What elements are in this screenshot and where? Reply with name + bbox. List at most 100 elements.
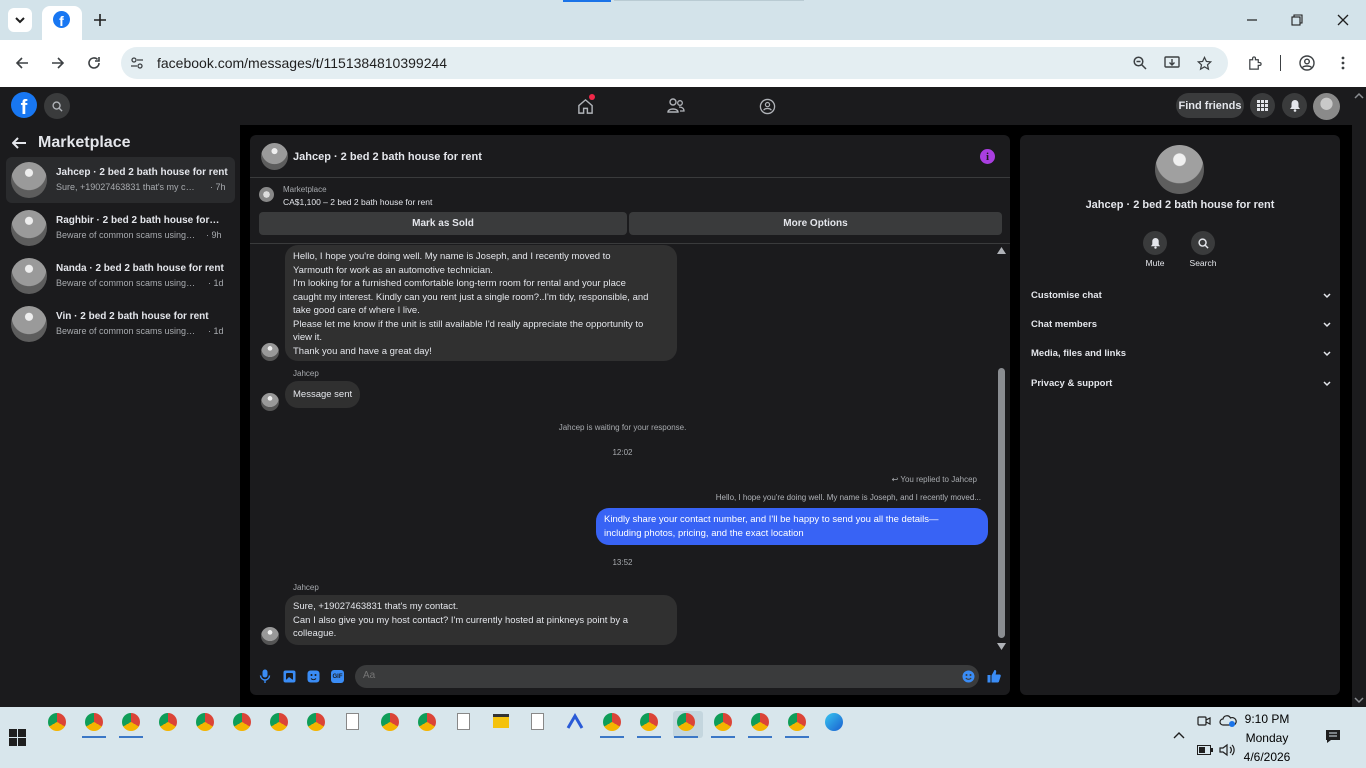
- scroll-down-icon[interactable]: [997, 643, 1006, 650]
- nav-home-button[interactable]: [575, 94, 595, 116]
- sender-avatar[interactable]: [261, 393, 279, 411]
- chat-title[interactable]: Jahcep · 2 bed 2 bath house for rent: [293, 151, 482, 163]
- windows-start-icon[interactable]: [9, 729, 26, 746]
- chrome-taskbar-icon[interactable]: [85, 713, 103, 731]
- outgoing-message[interactable]: Kindly share your contact number, and I'…: [596, 508, 988, 545]
- more-menu-icon[interactable]: [1334, 54, 1352, 72]
- sender-avatar[interactable]: [261, 627, 279, 645]
- notification-center-icon[interactable]: [1325, 729, 1341, 744]
- chrome-taskbar-icon[interactable]: [714, 713, 732, 731]
- replied-quote[interactable]: Hello, I hope you're doing well. My name…: [600, 493, 981, 502]
- onedrive-icon[interactable]: [1219, 714, 1237, 728]
- chrome-taskbar-icon[interactable]: [603, 713, 621, 731]
- restore-button[interactable]: [1287, 10, 1307, 30]
- incoming-message[interactable]: Sure, +19027463831 that's my contact. Ca…: [285, 595, 677, 645]
- folder-taskbar-icon[interactable]: [493, 714, 509, 728]
- chrome-taskbar-icon[interactable]: [196, 713, 214, 731]
- details-title: Jahcep · 2 bed 2 bath house for rent: [1085, 199, 1275, 211]
- message-text: Message sent: [293, 388, 353, 400]
- details-avatar[interactable]: [1155, 145, 1204, 194]
- chrome-taskbar-icon[interactable]: [418, 713, 436, 731]
- app-taskbar-icon[interactable]: [566, 713, 584, 731]
- incoming-message[interactable]: Message sent: [285, 381, 361, 408]
- scrollbar-thumb[interactable]: [998, 368, 1005, 638]
- file-taskbar-icon[interactable]: [346, 713, 359, 730]
- clock-day[interactable]: Monday: [1236, 731, 1298, 745]
- forward-button[interactable]: [48, 53, 68, 73]
- facebook-search-button[interactable]: [44, 93, 70, 119]
- chrome-taskbar-icon[interactable]: [307, 713, 325, 731]
- listing-price[interactable]: CA$1,100 – 2 bed 2 bath house for rent: [283, 197, 432, 207]
- find-friends-button[interactable]: Find friends: [1176, 93, 1244, 118]
- meet-now-icon[interactable]: [1197, 714, 1211, 728]
- notifications-button[interactable]: [1282, 93, 1307, 118]
- tray-overflow-icon[interactable]: [1173, 731, 1185, 739]
- chrome-taskbar-icon[interactable]: [788, 713, 806, 731]
- section-label: Privacy & support: [1031, 378, 1113, 389]
- page-scrollbar[interactable]: [1352, 87, 1366, 707]
- file-taskbar-icon[interactable]: [531, 713, 544, 730]
- facebook-logo[interactable]: f: [11, 92, 37, 118]
- battery-icon[interactable]: [1197, 745, 1213, 755]
- conversation-item[interactable]: Nanda · 2 bed 2 bath house for rent Bewa…: [6, 253, 235, 299]
- back-button[interactable]: [12, 53, 32, 73]
- zoom-icon[interactable]: [1131, 54, 1149, 72]
- nav-friends-button[interactable]: [665, 96, 687, 116]
- bookmark-star-icon[interactable]: [1195, 54, 1213, 72]
- section-label: Chat members: [1031, 319, 1097, 330]
- chrome-taskbar-icon[interactable]: [751, 713, 769, 731]
- chrome-taskbar-icon[interactable]: [381, 713, 399, 731]
- search-in-chat-button[interactable]: [1191, 231, 1215, 255]
- site-info-icon[interactable]: [128, 54, 146, 72]
- message-input[interactable]: [363, 670, 923, 681]
- minimize-button[interactable]: [1242, 10, 1262, 30]
- nav-groups-button[interactable]: [757, 96, 777, 116]
- chrome-taskbar-icon[interactable]: [122, 713, 140, 731]
- section-customise-chat[interactable]: Customise chat: [1031, 290, 1331, 301]
- sticker-icon[interactable]: [307, 670, 320, 683]
- chrome-taskbar-icon[interactable]: [159, 713, 177, 731]
- mute-button[interactable]: [1143, 231, 1167, 255]
- account-avatar[interactable]: [1313, 93, 1340, 120]
- emoji-icon[interactable]: [962, 670, 975, 683]
- listing-thumbnail[interactable]: [259, 187, 274, 202]
- url-text[interactable]: facebook.com/messages/t/1151384810399244: [157, 55, 447, 71]
- menu-button[interactable]: [1250, 93, 1275, 118]
- edge-taskbar-icon[interactable]: [825, 713, 843, 731]
- profile-icon[interactable]: [1298, 54, 1316, 72]
- back-arrow-button[interactable]: [12, 137, 27, 149]
- file-taskbar-icon[interactable]: [457, 713, 470, 730]
- gallery-icon[interactable]: [283, 670, 296, 683]
- install-app-icon[interactable]: [1162, 54, 1182, 72]
- chrome-taskbar-icon[interactable]: [677, 713, 695, 731]
- chrome-taskbar-icon[interactable]: [233, 713, 251, 731]
- more-options-button[interactable]: More Options: [629, 212, 1002, 235]
- conversation-item[interactable]: Jahcep · 2 bed 2 bath house for rent Sur…: [6, 157, 235, 203]
- incoming-message[interactable]: Hello, I hope you're doing well. My name…: [285, 245, 677, 361]
- volume-icon[interactable]: [1219, 743, 1237, 757]
- chrome-taskbar-icon[interactable]: [640, 713, 658, 731]
- reload-button[interactable]: [84, 53, 104, 73]
- clock-time[interactable]: 9:10 PM: [1236, 712, 1298, 726]
- info-icon[interactable]: i: [980, 149, 995, 164]
- conversation-item[interactable]: Raghbir · 2 bed 2 bath house for rent Be…: [6, 205, 235, 251]
- conversation-item[interactable]: Vin · 2 bed 2 bath house for rent Beware…: [6, 301, 235, 347]
- section-privacy-support[interactable]: Privacy & support: [1031, 378, 1331, 389]
- thumbs-up-icon[interactable]: [987, 669, 1001, 683]
- section-chat-members[interactable]: Chat members: [1031, 319, 1331, 330]
- new-tab-button[interactable]: [90, 10, 110, 30]
- tab-search-button[interactable]: [8, 8, 32, 32]
- chrome-taskbar-icon[interactable]: [48, 713, 66, 731]
- microphone-icon[interactable]: [259, 669, 271, 683]
- browser-tab-facebook[interactable]: f: [42, 6, 82, 40]
- scroll-up-icon[interactable]: [997, 247, 1006, 254]
- extensions-icon[interactable]: [1245, 54, 1263, 72]
- chat-avatar[interactable]: [261, 143, 288, 170]
- mark-as-sold-button[interactable]: Mark as Sold: [259, 212, 627, 235]
- gif-icon[interactable]: GIF: [331, 670, 344, 683]
- sender-avatar[interactable]: [261, 343, 279, 361]
- clock-date[interactable]: 4/6/2026: [1236, 750, 1298, 764]
- chrome-taskbar-icon[interactable]: [270, 713, 288, 731]
- section-media-files-links[interactable]: Media, files and links: [1031, 348, 1331, 359]
- close-window-button[interactable]: [1333, 10, 1353, 30]
